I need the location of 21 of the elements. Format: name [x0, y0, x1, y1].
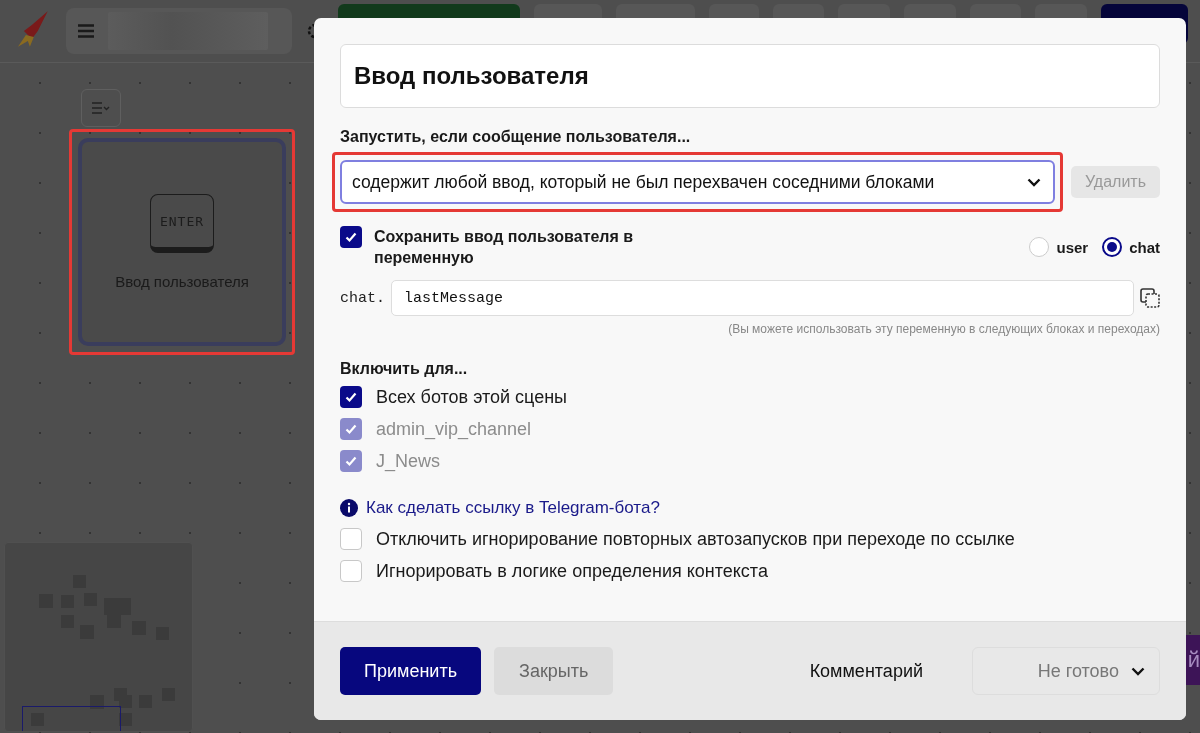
save-label: Сохранить ввод пользователя в переменную: [374, 227, 635, 268]
checkbox-label: J_News: [376, 450, 441, 472]
trigger-select[interactable]: содержит любой ввод, который не был перехвачен соседними блоками: [340, 160, 1055, 204]
checkbox-label: Игнорировать в логике определения контекста: [376, 560, 768, 582]
checkbox-label: Отключить игнорирование повторных автозапусков при переходе по ссылке: [376, 528, 1015, 550]
variable-field[interactable]: lastMessage: [391, 280, 1134, 316]
hint-text: (Вы можете использовать эту переменную в следующих блоках и переходах): [728, 322, 1160, 336]
trigger-label: Запустить, если сообщение пользователя...: [340, 128, 692, 146]
name-field[interactable]: Ввод пользователя: [340, 44, 1160, 108]
section-label: Включить для...: [340, 360, 469, 378]
checkbox-label: Всех ботов этой сцены: [376, 386, 568, 408]
radio-label: chat: [1129, 238, 1160, 256]
checkbox-label: admin_vip_channel: [376, 418, 532, 440]
action-button[interactable]: й: [1186, 635, 1200, 685]
apply-button[interactable]: Применить: [340, 647, 481, 695]
status-select[interactable]: Не готово: [972, 647, 1160, 695]
radio-label: user: [1056, 238, 1089, 256]
help-link[interactable]: Как сделать ссылку в Telegram-бота?: [366, 498, 660, 518]
comment-label[interactable]: Комментарий: [809, 660, 923, 682]
variable-prefix: chat.: [340, 289, 385, 307]
close-button[interactable]: Закрыть: [494, 647, 614, 695]
